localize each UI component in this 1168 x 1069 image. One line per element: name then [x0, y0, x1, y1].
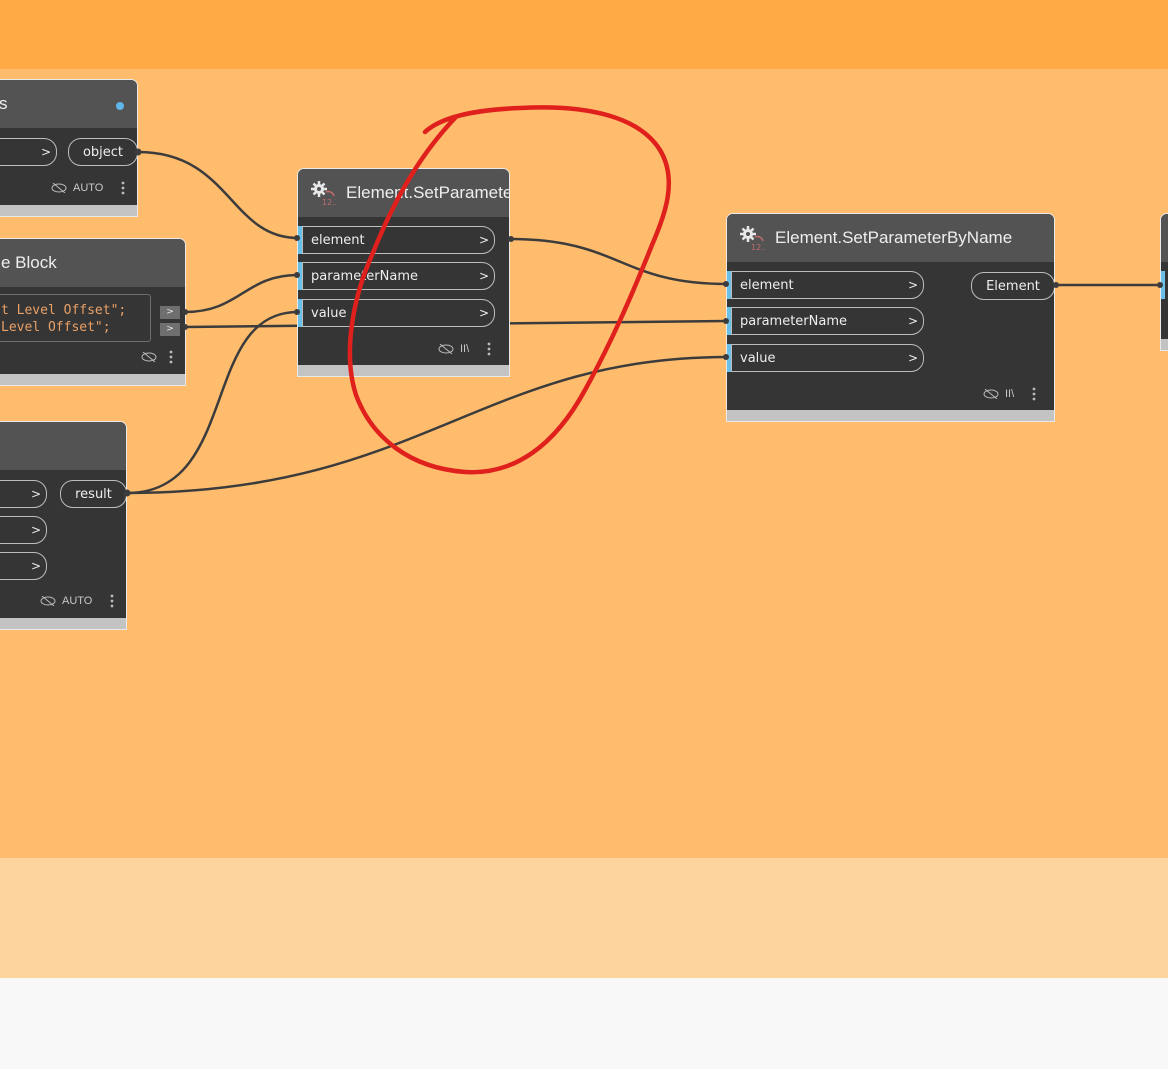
port-dot — [508, 236, 514, 242]
port-dot — [723, 354, 729, 360]
port-dot — [294, 272, 300, 278]
port-dot — [134, 148, 142, 156]
port-dot — [123, 489, 131, 497]
port-dot — [723, 318, 729, 324]
wire-endpoints — [123, 148, 1163, 497]
port-dot — [182, 309, 188, 315]
port-dot — [1157, 282, 1163, 288]
port-dot — [294, 235, 300, 241]
port-dot — [182, 324, 188, 330]
port-dot — [1053, 282, 1059, 288]
port-dot — [723, 281, 729, 287]
port-dot — [294, 309, 300, 315]
